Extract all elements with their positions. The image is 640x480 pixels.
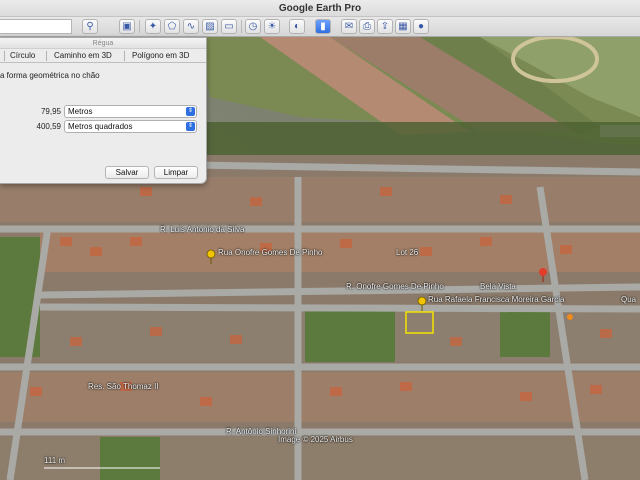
historical-imagery-icon[interactable]: ◷	[245, 19, 261, 34]
save-button[interactable]: Salvar	[105, 166, 149, 179]
ruler-description: a forma geométrica no chão	[0, 71, 100, 80]
street-label: Rua Onofre Gomes De Pinho	[218, 248, 323, 257]
email-icon[interactable]: ✉	[341, 19, 357, 34]
ruler-icon[interactable]: ▮	[315, 19, 331, 34]
search-icon[interactable]: ⚲	[82, 19, 98, 34]
toolbar-divider	[139, 20, 140, 33]
toolbar: ⚲ ▣ ✦ ⬠ ∿ ▨ ▭ ◷ ☀ ◐ ▮ ✉ ⎙ ⇪ ▦ ●	[0, 17, 640, 37]
chevron-updown-icon: ⇕	[186, 122, 195, 131]
tab-divider	[46, 51, 47, 61]
tab-3d-path[interactable]: Caminho em 3D	[54, 50, 112, 62]
perimeter-row: 79,95 Metros ⇕	[0, 105, 207, 119]
placemark-icon[interactable]: ✦	[145, 19, 161, 34]
ruler-tabs: Círculo Caminho em 3D Polígono em 3D	[0, 49, 206, 63]
dialog-title: Régua	[0, 38, 206, 49]
area-unit-select[interactable]: Metros quadrados ⇕	[64, 120, 197, 133]
clear-button[interactable]: Limpar	[154, 166, 198, 179]
planets-icon[interactable]: ◐	[289, 19, 305, 34]
perimeter-unit-select[interactable]: Metros ⇕	[64, 105, 197, 118]
imagery-attribution: Image © 2025 Airbus	[278, 435, 353, 444]
window-title: Google Earth Pro	[0, 0, 640, 17]
area-value: 400,59	[36, 122, 61, 131]
sunlight-icon[interactable]: ☀	[264, 19, 280, 34]
sidebar-toggle-icon[interactable]: ▣	[119, 19, 135, 34]
maps-icon[interactable]: ▦	[395, 19, 411, 34]
poi-icon[interactable]	[567, 314, 573, 320]
save-image-icon[interactable]: ⇪	[377, 19, 393, 34]
record-tour-icon[interactable]: ▭	[221, 19, 237, 34]
ruler-dialog: Régua Círculo Caminho em 3D Polígono em …	[0, 37, 207, 184]
tab-circle[interactable]: Círculo	[10, 50, 35, 62]
place-label: Res. São Thomaz II	[88, 382, 159, 391]
street-label: R. Onofre Gomes De Pinho	[346, 282, 444, 291]
image-overlay-icon[interactable]: ▨	[202, 19, 218, 34]
scale-label: 111 m	[44, 456, 66, 465]
chevron-updown-icon: ⇕	[186, 107, 195, 116]
street-label: Rua Rafaela Francisca Moreira Garcia	[428, 295, 565, 304]
perimeter-unit-label: Metros	[68, 107, 93, 116]
tab-divider	[124, 51, 125, 61]
perimeter-value: 79,95	[40, 107, 61, 116]
path-icon[interactable]: ∿	[183, 19, 199, 34]
tab-divider	[4, 51, 5, 61]
area-row: 400,59 Metros quadrados ⇕	[0, 120, 207, 134]
search-input[interactable]	[0, 19, 72, 34]
street-label: Qua	[621, 295, 637, 304]
tab-3d-polygon[interactable]: Polígono em 3D	[132, 50, 189, 62]
print-icon[interactable]: ⎙	[359, 19, 375, 34]
polygon-icon[interactable]: ⬠	[164, 19, 180, 34]
area-unit-label: Metros quadrados	[68, 122, 133, 131]
place-label: Lot 26	[396, 248, 419, 257]
earth-icon[interactable]: ●	[413, 19, 429, 34]
street-label: R. Luis Antonio da Silva	[160, 225, 245, 234]
place-label: Bela Vista	[480, 282, 516, 291]
toolbar-divider	[241, 20, 242, 33]
